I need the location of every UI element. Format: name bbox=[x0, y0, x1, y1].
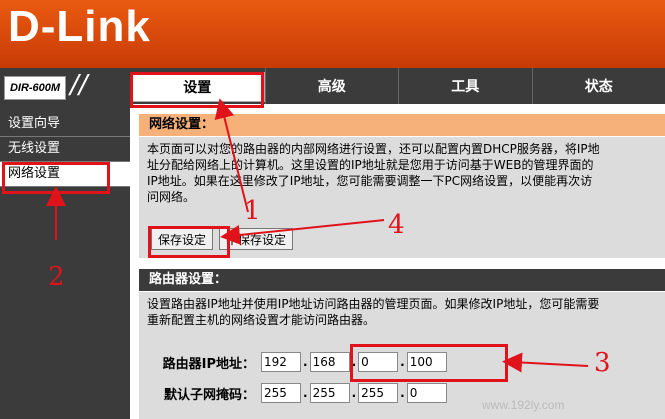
ip-octet-1[interactable] bbox=[261, 352, 301, 372]
tab-tools[interactable]: 工具 bbox=[398, 68, 532, 104]
tab-advanced[interactable]: 高级 bbox=[264, 68, 399, 104]
network-settings-title: 网络设置： bbox=[139, 113, 665, 137]
sidebar-item-setup-wizard[interactable]: 设置向导 bbox=[0, 112, 130, 137]
mask-octet-4[interactable] bbox=[406, 383, 447, 403]
subnet-mask-label: 默认子网掩码： bbox=[163, 387, 255, 403]
ip-octet-4[interactable] bbox=[406, 352, 447, 372]
sidebar-item-network[interactable]: 网络设置 bbox=[0, 162, 130, 187]
ip-octet-2[interactable] bbox=[309, 352, 350, 372]
router-ip-row: 路由器IP地址： . . . bbox=[135, 352, 447, 372]
tab-setup[interactable]: 设置 bbox=[130, 72, 265, 102]
sidebar: 设置向导 无线设置 网络设置 bbox=[0, 104, 130, 419]
router-settings-title: 路由器设置： bbox=[139, 268, 665, 292]
sidebar-item-wireless[interactable]: 无线设置 bbox=[0, 137, 130, 162]
mask-octet-2[interactable] bbox=[309, 383, 350, 403]
top-tabs: 设置 高级 工具 状态 bbox=[130, 68, 665, 104]
annotation-3: 3 bbox=[594, 348, 611, 378]
header-banner: D-Link bbox=[0, 0, 665, 68]
save-button[interactable]: 保存设定 bbox=[151, 228, 214, 250]
dlink-logo: D-Link bbox=[8, 2, 151, 51]
model-badge: DIR-600M bbox=[4, 76, 66, 100]
slash-decoration: // bbox=[70, 70, 88, 100]
network-settings-description: 本页面可以对您的路由器的内部网络进行设置，还可以配置内置DHCP服务器，将IP地… bbox=[147, 142, 600, 204]
router-settings-description: 设置路由器IP地址并使用IP地址访问路由器的管理页面。如果修改IP地址，您可能需… bbox=[147, 297, 600, 327]
dont-save-button[interactable]: 不保存设定 bbox=[219, 228, 294, 250]
mask-octet-1[interactable] bbox=[261, 383, 301, 403]
watermark: www.192ly.com bbox=[482, 398, 565, 412]
mask-octet-3[interactable] bbox=[358, 383, 399, 403]
annotation-2: 2 bbox=[48, 262, 65, 292]
annotation-1: 1 bbox=[244, 196, 261, 226]
subnet-mask-row: 默认子网掩码： . . . bbox=[135, 383, 447, 403]
router-ip-label: 路由器IP地址： bbox=[162, 356, 255, 372]
annotation-4: 4 bbox=[388, 210, 405, 240]
ip-octet-3[interactable] bbox=[358, 352, 399, 372]
tab-status[interactable]: 状态 bbox=[531, 68, 665, 104]
